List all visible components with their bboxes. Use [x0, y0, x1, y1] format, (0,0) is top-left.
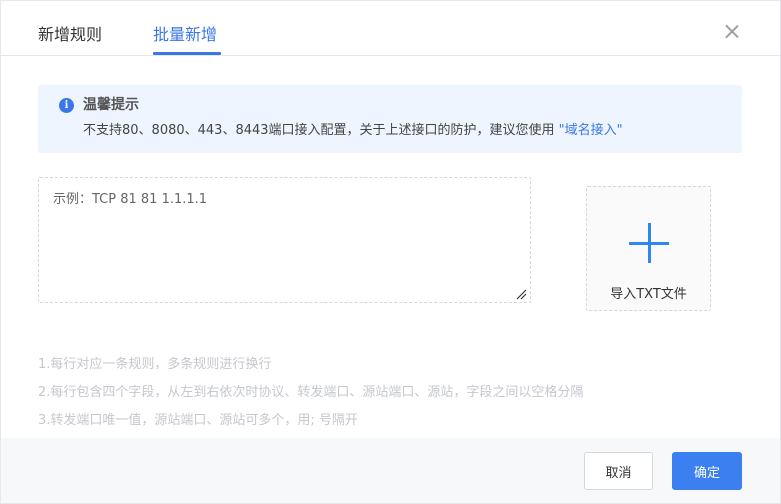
- note-item: 3.转发端口唯一值，源站端口、源站可多个，用; 号隔开: [38, 413, 358, 428]
- tab-batch-add[interactable]: 批量新增: [153, 23, 217, 47]
- import-txt-button[interactable]: 导入TXT文件: [586, 186, 711, 311]
- alert-title: 温馨提示: [83, 97, 139, 113]
- domain-access-link[interactable]: "域名接入": [559, 123, 623, 138]
- rules-textarea[interactable]: [38, 177, 531, 303]
- alert-text: 不支持80、8080、443、8443端口接入配置，关于上述接口的防护，建议您使…: [83, 122, 623, 140]
- info-icon: i: [59, 98, 74, 113]
- import-txt-label: 导入TXT文件: [610, 287, 687, 302]
- note-item: 2.每行包含四个字段，从左到右依次时协议、转发端口、源站端口、源站，字段之间以空…: [38, 385, 584, 400]
- batch-add-dialog: 新增规则 批量新增 i 温馨提示 不支持80、8080、443、8443端口接入…: [0, 0, 781, 504]
- tab-add-rule[interactable]: 新增规则: [38, 23, 102, 47]
- dialog-header: 新增规则 批量新增: [1, 1, 780, 56]
- tip-alert: i 温馨提示 不支持80、8080、443、8443端口接入配置，关于上述接口的…: [38, 85, 742, 153]
- active-tab-indicator: [153, 52, 221, 55]
- note-item: 1.每行对应一条规则，多条规则进行换行: [38, 357, 272, 372]
- confirm-button[interactable]: 确定: [672, 452, 742, 490]
- plus-icon: [629, 223, 669, 263]
- cancel-button[interactable]: 取消: [584, 452, 653, 490]
- close-icon[interactable]: [721, 21, 743, 43]
- format-notes: 1.每行对应一条规则，多条规则进行换行 2.每行包含四个字段，从左到右依次时协议…: [38, 351, 583, 435]
- alert-message: 不支持80、8080、443、8443端口接入配置，关于上述接口的防护，建议您使…: [83, 123, 555, 138]
- dialog-footer: 取消 确定: [1, 438, 780, 503]
